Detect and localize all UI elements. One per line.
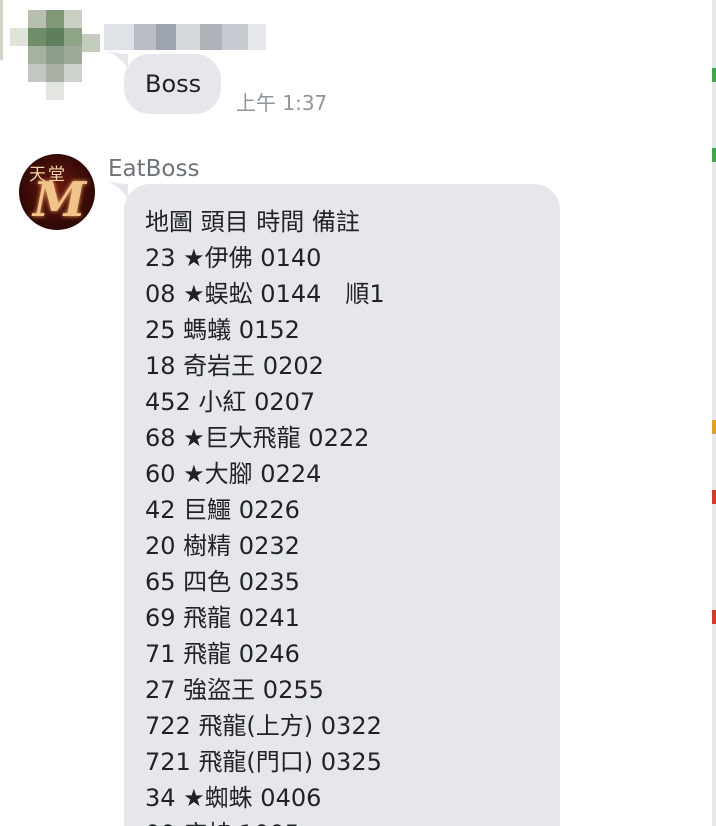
message-bubble[interactable]: 地圖 頭目 時間 備註 23 ★伊佛 0140 08 ★蜈蚣 0144 順1 2… [124, 184, 560, 826]
list-item: 69 飛龍 0241 [145, 604, 300, 632]
list-item: 68 ★巨大飛龍 0222 [145, 424, 370, 452]
bubble-tail [106, 50, 128, 68]
avatar[interactable] [10, 4, 102, 104]
list-item: 722 飛龍(上方) 0322 [145, 712, 382, 740]
message-bubble[interactable]: Boss [124, 54, 221, 114]
list-item: 25 螞蟻 0152 [145, 316, 300, 344]
list-item: 71 飛龍 0246 [145, 640, 300, 668]
avatar[interactable]: 天堂 M [19, 154, 95, 230]
edge-mark [712, 610, 716, 624]
list-item: 65 四色 0235 [145, 568, 300, 596]
list-item: 00 店蛙 1005 [145, 816, 385, 826]
list-item: 34 ★蜘蛛 0406 [145, 784, 322, 812]
window-edge-strip [712, 0, 716, 826]
edge-mark [712, 420, 716, 434]
list-item: 20 樹精 0232 [145, 532, 300, 560]
list-item: 721 飛龍(門口) 0325 [145, 748, 382, 776]
avatar-logo-letter: M [33, 172, 87, 228]
sender-name-blurred [104, 22, 266, 50]
edge-mark [712, 148, 716, 162]
message-timestamp: 上午 1:37 [236, 91, 328, 115]
bubble-tail [106, 180, 128, 198]
list-item: 18 奇岩王 0202 [145, 352, 324, 380]
list-item: 地圖 頭目 時間 備註 [145, 208, 360, 236]
message-text: Boss [145, 70, 202, 98]
list-item: 42 巨鱷 0226 [145, 496, 300, 524]
boss-timer-list: 地圖 頭目 時間 備註 23 ★伊佛 0140 08 ★蜈蚣 0144 順1 2… [145, 204, 385, 826]
chat-window: Boss 上午 1:37 天堂 M EatBoss 地圖 頭目 時間 備註 23… [0, 0, 716, 826]
window-edge [0, 0, 3, 60]
list-item: 60 ★大腳 0224 [145, 460, 322, 488]
list-item: 08 ★蜈蚣 0144 順1 [145, 280, 385, 308]
list-item: 27 強盜王 0255 [145, 676, 324, 704]
edge-mark [712, 68, 716, 82]
list-item: 23 ★伊佛 0140 [145, 244, 322, 272]
list-item: 452 小紅 0207 [145, 388, 316, 416]
edge-mark [712, 490, 716, 504]
